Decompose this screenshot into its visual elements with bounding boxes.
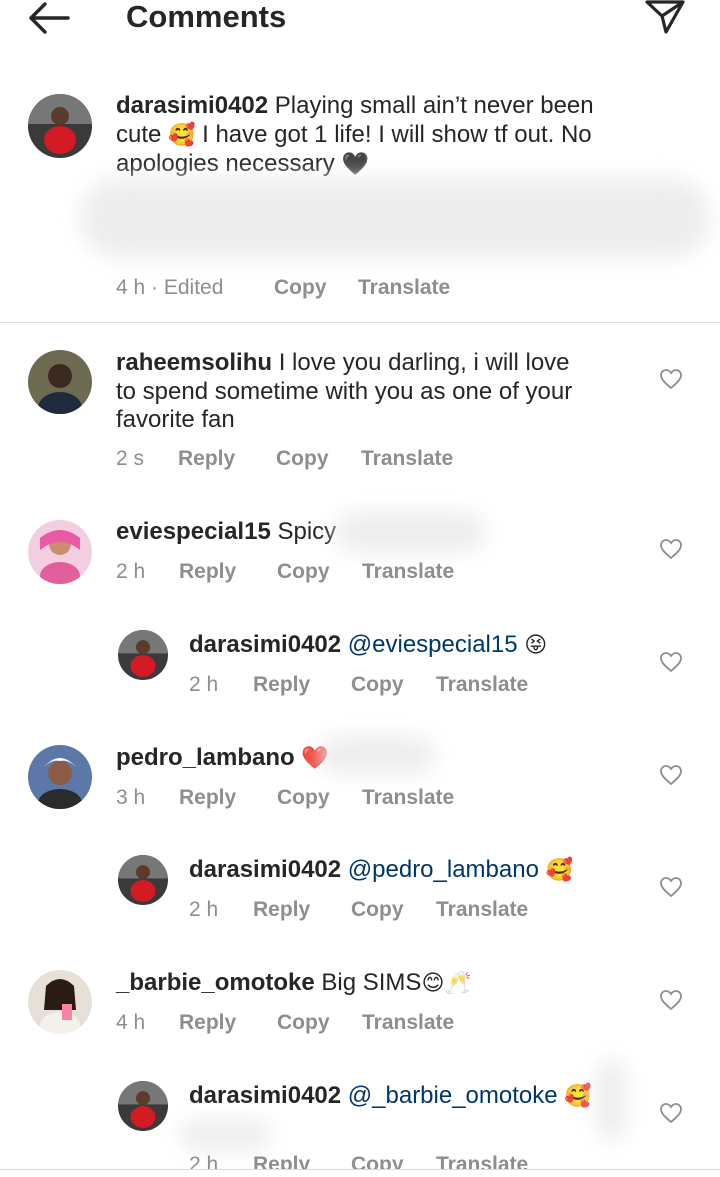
translate-button[interactable]: Translate xyxy=(358,276,450,300)
caption-text: darasimi0402 Playing small ain’t never b… xyxy=(116,92,594,177)
comment-text: _barbie_omotoke Big SIMS😊🥂 xyxy=(116,969,472,996)
copy-button[interactable]: Copy xyxy=(277,786,330,810)
reply-text: darasimi0402 @_barbie_omotoke 🥰 xyxy=(189,1082,649,1112)
comment-text: raheemsolihu I love you darling, i will … xyxy=(116,349,573,433)
translate-button[interactable]: Translate xyxy=(436,673,528,697)
mention-link[interactable]: @pedro_lambano xyxy=(348,856,539,883)
copy-button[interactable]: Copy xyxy=(351,673,404,697)
reply-meta: 2 h Reply Copy Translate xyxy=(189,898,589,922)
paper-plane-icon xyxy=(645,0,685,34)
username[interactable]: _barbie_omotoke xyxy=(116,969,315,996)
redacted-area xyxy=(80,178,710,258)
heart-outline-icon[interactable] xyxy=(659,989,683,1011)
timestamp: 2 h xyxy=(189,1153,219,1169)
emoji: 🥰 xyxy=(168,122,196,148)
translate-button[interactable]: Translate xyxy=(436,898,528,922)
timestamp: 3 h xyxy=(116,786,146,809)
copy-button[interactable]: Copy xyxy=(277,560,330,584)
reply-text: darasimi0402 @eviespecial15 😝 xyxy=(189,631,649,661)
username[interactable]: pedro_lambano xyxy=(116,744,295,771)
username[interactable]: darasimi0402 xyxy=(189,856,341,883)
timestamp: 4 h · Edited xyxy=(116,276,224,299)
timestamp: 4 h xyxy=(116,1011,146,1034)
reply-button[interactable]: Reply xyxy=(179,560,236,584)
reply-button[interactable]: Reply xyxy=(253,673,310,697)
reply-meta: 2 h Reply Copy Translate xyxy=(189,1153,589,1169)
avatar[interactable] xyxy=(118,1081,168,1131)
redacted-area xyxy=(596,1060,626,1140)
copy-button[interactable]: Copy xyxy=(276,447,329,471)
heart-outline-icon[interactable] xyxy=(659,651,683,673)
reply-button[interactable]: Reply xyxy=(179,1011,236,1035)
reply-text: darasimi0402 @pedro_lambano 🥰 xyxy=(189,856,649,886)
translate-button[interactable]: Translate xyxy=(436,1153,528,1169)
reply-button[interactable]: Reply xyxy=(253,1153,310,1169)
translate-button[interactable]: Translate xyxy=(362,1011,454,1035)
reply-meta: 2 h Reply Copy Translate xyxy=(189,673,589,697)
heart-outline-icon[interactable] xyxy=(659,876,683,898)
avatar[interactable] xyxy=(28,94,92,158)
copy-button[interactable]: Copy xyxy=(351,1153,404,1169)
avatar[interactable] xyxy=(28,745,92,809)
timestamp: 2 s xyxy=(116,447,145,470)
username[interactable]: eviespecial15 xyxy=(116,518,271,545)
reply-button[interactable]: Reply xyxy=(178,447,235,471)
copy-button[interactable]: Copy xyxy=(351,898,404,922)
username[interactable]: raheemsolihu xyxy=(116,349,272,376)
emoji: 🥰 xyxy=(564,1084,592,1109)
avatar[interactable] xyxy=(28,970,92,1034)
emoji: 🖤 xyxy=(341,152,369,177)
username[interactable]: darasimi0402 xyxy=(189,1082,341,1109)
heart-outline-icon[interactable] xyxy=(659,368,683,390)
translate-button[interactable]: Translate xyxy=(362,786,454,810)
emoji: 😝 xyxy=(524,633,548,658)
avatar[interactable] xyxy=(28,520,92,584)
mention-link[interactable]: @eviespecial15 xyxy=(348,631,518,658)
share-button[interactable] xyxy=(644,0,686,36)
username[interactable]: darasimi0402 xyxy=(116,92,268,119)
mention-link[interactable]: @_barbie_omotoke xyxy=(348,1082,558,1109)
caption-meta: 4 h · Edited Copy Translate xyxy=(116,276,516,300)
heart-outline-icon[interactable] xyxy=(659,764,683,786)
page-title: Comments xyxy=(126,0,287,34)
avatar[interactable] xyxy=(28,350,92,414)
comment-meta: 2 h Reply Copy Translate xyxy=(116,560,536,584)
translate-button[interactable]: Translate xyxy=(361,447,453,471)
avatar[interactable] xyxy=(118,855,168,905)
redacted-area xyxy=(335,512,485,552)
translate-button[interactable]: Translate xyxy=(362,560,454,584)
username[interactable]: darasimi0402 xyxy=(189,631,341,658)
divider xyxy=(0,1169,720,1170)
timestamp: 2 h xyxy=(189,898,219,921)
arrow-left-icon xyxy=(29,2,70,34)
back-button[interactable] xyxy=(26,0,72,36)
redacted-area xyxy=(180,1120,270,1150)
avatar[interactable] xyxy=(118,630,168,680)
copy-button[interactable]: Copy xyxy=(274,276,327,300)
reply-button[interactable]: Reply xyxy=(179,786,236,810)
comment-meta: 3 h Reply Copy Translate xyxy=(116,786,536,810)
comment-meta: 4 h Reply Copy Translate xyxy=(116,1011,536,1035)
emoji: 😊🥂 xyxy=(421,971,472,996)
heart-outline-icon[interactable] xyxy=(659,538,683,560)
timestamp: 2 h xyxy=(189,673,219,696)
heart-outline-icon[interactable] xyxy=(659,1102,683,1124)
comment-meta: 2 s Reply Copy Translate xyxy=(116,447,536,471)
redacted-area xyxy=(320,736,435,774)
timestamp: 2 h xyxy=(116,560,146,583)
emoji: 🥰 xyxy=(545,858,574,883)
reply-button[interactable]: Reply xyxy=(253,898,310,922)
header-bar: Comments xyxy=(0,0,720,40)
copy-button[interactable]: Copy xyxy=(277,1011,330,1035)
divider xyxy=(0,322,720,323)
